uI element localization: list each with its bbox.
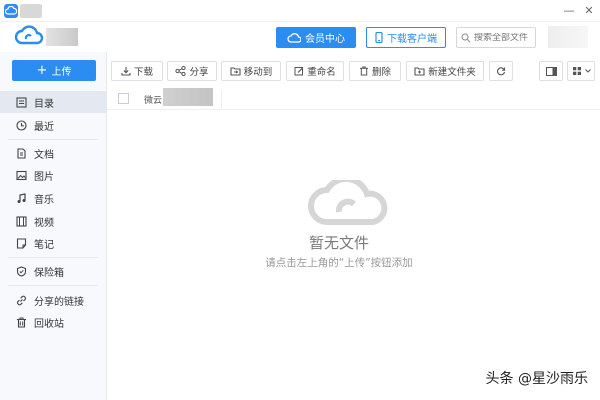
sidebar-item-directory[interactable]: 目录: [0, 91, 106, 113]
sidebar-item-label: 文档: [34, 149, 54, 161]
panel-icon: [545, 66, 557, 76]
top-bar: 会员中心 下载客户端: [0, 22, 600, 52]
new-folder-label: 新建文件夹: [428, 67, 476, 78]
sidebar-divider: [8, 285, 98, 286]
brand-name-redacted: [46, 28, 78, 46]
rename-label: 重命名: [307, 67, 336, 78]
video-icon: [16, 215, 27, 227]
upload-button[interactable]: + 上传: [12, 60, 96, 81]
sidebar-item-label: 图片: [34, 171, 54, 183]
image-icon: [16, 170, 27, 180]
move-to-label: 移动到: [243, 67, 273, 78]
sidebar-item-label: 分享的链接: [34, 296, 84, 308]
sidebar-item-label: 回收站: [34, 318, 64, 330]
refresh-button[interactable]: [489, 61, 513, 81]
download-label: 下载: [133, 67, 153, 78]
sidebar-item-label: 保险箱: [34, 267, 64, 279]
upload-label: 上传: [51, 67, 72, 78]
download-client-button[interactable]: 下载客户端: [366, 27, 446, 48]
rename-button[interactable]: 重命名: [286, 61, 344, 81]
refresh-icon: [497, 67, 506, 76]
weiyun-logo-icon: [14, 25, 44, 50]
app-logo-icon: [4, 4, 18, 18]
delete-label: 删除: [371, 67, 391, 78]
directory-icon: [16, 96, 27, 108]
sidebar: + 上传 目录 最近 文档 图片 音乐 视频 笔记 保险箱 分享的链接 回收站: [0, 52, 107, 400]
search-input[interactable]: [474, 32, 532, 43]
clock-icon: [16, 119, 27, 131]
sidebar-item-label: 最近: [34, 121, 54, 133]
minimize-button[interactable]: —: [560, 2, 578, 20]
link-icon: [17, 295, 26, 305]
plus-icon: +: [36, 62, 48, 78]
sidebar-item-music[interactable]: 音乐: [0, 187, 106, 209]
search-box[interactable]: [456, 27, 536, 48]
sidebar-item-label: 音乐: [34, 194, 54, 206]
trash-icon: [359, 66, 368, 76]
member-center-button[interactable]: 会员中心: [276, 27, 356, 48]
trash-icon: [17, 317, 26, 328]
empty-state-title: 暂无文件: [308, 234, 369, 252]
grid-view-icon: [572, 67, 581, 75]
document-icon: [17, 147, 26, 159]
toolbar: 下载 分享 移动到 重命名 删除 新建文件夹: [107, 52, 600, 88]
select-all-checkbox[interactable]: [118, 93, 129, 104]
search-icon: [461, 32, 471, 42]
download-button[interactable]: 下载: [111, 61, 163, 81]
empty-state: 暂无文件 请点击左上角的“上传”按钮添加: [107, 175, 600, 290]
window-title-redacted: [20, 4, 42, 18]
header-divider: [221, 90, 222, 108]
title-bar: — ✕: [0, 0, 600, 22]
move-folder-icon: [230, 67, 241, 76]
sidebar-item-recent[interactable]: 最近: [0, 114, 106, 136]
sidebar-item-documents[interactable]: 文档: [0, 142, 106, 164]
detail-panel-toggle[interactable]: [539, 61, 563, 81]
empty-state-hint: 请点击左上角的“上传”按钮添加: [265, 257, 413, 269]
sidebar-divider: [8, 139, 98, 140]
member-center-label: 会员中心: [305, 34, 345, 45]
share-button[interactable]: 分享: [167, 61, 217, 81]
breadcrumb-redacted: [163, 88, 213, 106]
sidebar-item-shared-links[interactable]: 分享的链接: [0, 289, 106, 311]
empty-cloud-icon: [305, 175, 395, 229]
share-icon: [175, 66, 187, 76]
user-avatar-redacted[interactable]: [548, 26, 588, 48]
music-icon: [17, 192, 26, 203]
download-client-label: 下载客户端: [387, 34, 437, 45]
chevron-down-icon: [584, 69, 591, 73]
note-icon: [16, 237, 27, 249]
sidebar-divider: [8, 257, 98, 258]
sidebar-item-video[interactable]: 视频: [0, 210, 106, 232]
sidebar-item-notes[interactable]: 笔记: [0, 232, 106, 254]
sidebar-item-label: 视频: [34, 217, 54, 229]
close-button[interactable]: ✕: [580, 2, 598, 20]
edit-icon: [294, 67, 304, 76]
phone-icon: [375, 32, 383, 43]
share-label: 分享: [189, 67, 209, 78]
breadcrumb-root[interactable]: 微云: [144, 93, 162, 106]
move-to-button[interactable]: 移动到: [221, 61, 281, 81]
sidebar-item-images[interactable]: 图片: [0, 164, 106, 186]
sidebar-item-safe[interactable]: 保险箱: [0, 260, 106, 282]
watermark-text: 头条 @星沙雨乐: [485, 371, 588, 387]
download-icon: [121, 67, 131, 76]
sidebar-item-label: 目录: [34, 98, 54, 110]
sidebar-item-recycle-bin[interactable]: 回收站: [0, 311, 106, 333]
view-mode-dropdown[interactable]: [567, 61, 595, 81]
new-folder-icon: [414, 67, 425, 76]
sidebar-item-label: 笔记: [34, 239, 54, 251]
file-list-header: 微云: [107, 88, 600, 110]
shield-icon: [16, 265, 27, 277]
delete-button[interactable]: 删除: [349, 61, 401, 81]
new-folder-button[interactable]: 新建文件夹: [406, 61, 484, 81]
cloud-vip-icon: [287, 32, 301, 43]
